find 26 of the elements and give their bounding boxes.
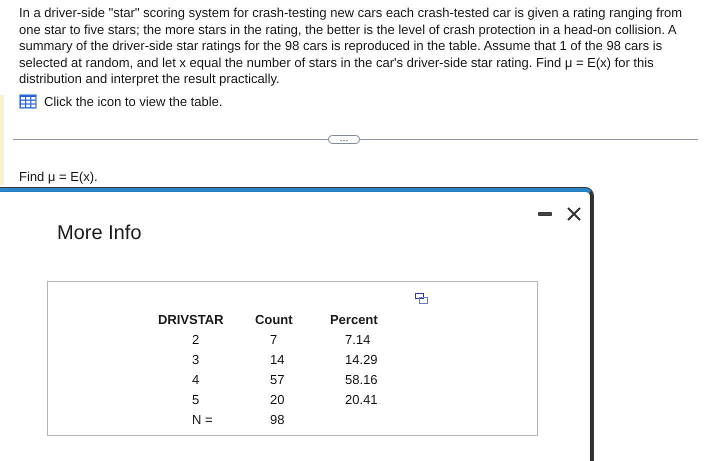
table-cell-text: 14.29 <box>345 351 378 369</box>
table-cell-text: 98 <box>270 411 284 429</box>
table-icon[interactable] <box>19 94 37 109</box>
close-button[interactable] <box>566 206 582 222</box>
prompt-text: Find μ = E(x). <box>18 168 99 186</box>
column-header: Percent <box>330 311 378 329</box>
column-header: Count <box>255 311 293 329</box>
column-header: DRIVSTAR <box>158 311 224 329</box>
table-cell-text: 4 <box>192 371 200 389</box>
table-cell-text: 2 <box>192 331 200 349</box>
table-cell-text: 57 <box>270 371 284 389</box>
table-cell-text: 58.16 <box>345 371 378 389</box>
close-icon <box>566 206 582 222</box>
table-cell-text: 14 <box>270 351 284 369</box>
table-cell-text: N = <box>192 411 213 429</box>
table-cell-text: 20 <box>270 391 284 409</box>
table-cell-text: 5 <box>192 391 200 409</box>
table-cell-text: 7 <box>270 331 278 349</box>
table-cell-text: 7.14 <box>345 331 370 349</box>
expand-button[interactable]: ⋯ <box>328 135 360 144</box>
table-cell-text: 3 <box>192 351 200 369</box>
question-text: In a driver-side "star" scoring system for crash-testing new cars each crash-tested car is given a rating ranging from one star to five stars; the more stars in the rating, the better is the level of crash protection in a head-on collision. A summary of the driver-side star ratings for the 98 cars is reproduced in the table. Assume that 1 of the 98 cars is selected at random, and let x equal the number of stars in the car's driver-side star rating. Find μ = E(x) for this distribution and interpret the result practically. <box>19 5 684 88</box>
table-link-text[interactable]: Click the icon to view the table. <box>44 92 222 111</box>
dialog-title: More Info <box>57 221 142 246</box>
table-cell-text: 20.41 <box>345 391 378 409</box>
popout-icon[interactable] <box>415 293 428 304</box>
